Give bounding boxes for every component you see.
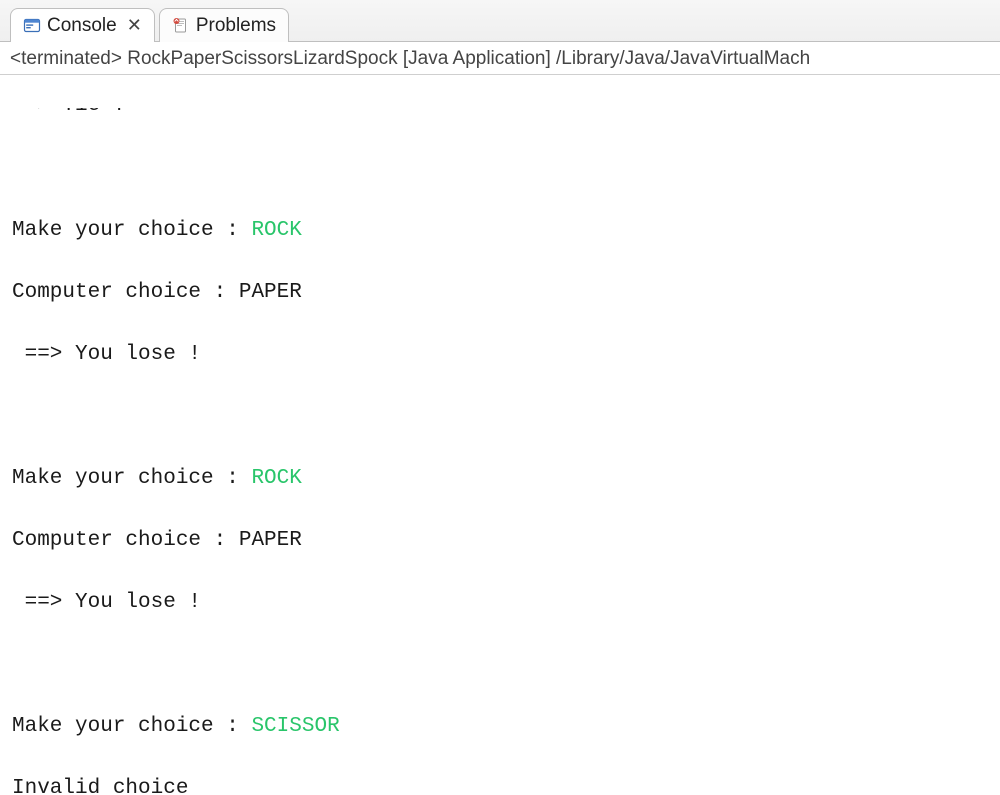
user-input: SCISSOR [251,715,339,738]
console-line: Computer choice : [12,281,239,304]
console-banner: <terminated> RockPaperScissorsLizardSpoc… [0,42,1000,75]
console-line: Make your choice : [12,219,251,242]
close-icon[interactable]: ✕ [127,15,142,37]
tab-problems[interactable]: Problems [159,8,289,42]
console-line: Invalid choice [12,777,188,795]
tab-console[interactable]: Console ✕ [10,8,155,42]
console-output[interactable]: ==> Tie ! Make your choice : ROCK Comput… [0,75,1000,795]
console-line: Computer choice : [12,529,239,552]
console-line: ==> Tie ! [12,108,125,117]
launch-kind: [Java Application] [403,48,551,69]
console-line: ==> You lose ! [12,343,201,366]
vm-path: /Library/Java/JavaVirtualMach [556,48,810,69]
run-status: <terminated> [10,48,122,69]
tab-bar: Console ✕ Problems [0,0,1000,42]
console-line: Make your choice : [12,715,251,738]
console-icon [23,17,41,35]
console-line: Make your choice : [12,467,251,490]
tab-problems-label: Problems [196,15,276,37]
console-value: PAPER [239,281,302,304]
user-input: ROCK [251,219,301,242]
console-line: ==> You lose ! [12,591,201,614]
tab-console-label: Console [47,15,117,37]
problems-icon [172,17,190,35]
program-name: RockPaperScissorsLizardSpock [127,48,397,69]
user-input: ROCK [251,467,301,490]
console-value: PAPER [239,529,302,552]
